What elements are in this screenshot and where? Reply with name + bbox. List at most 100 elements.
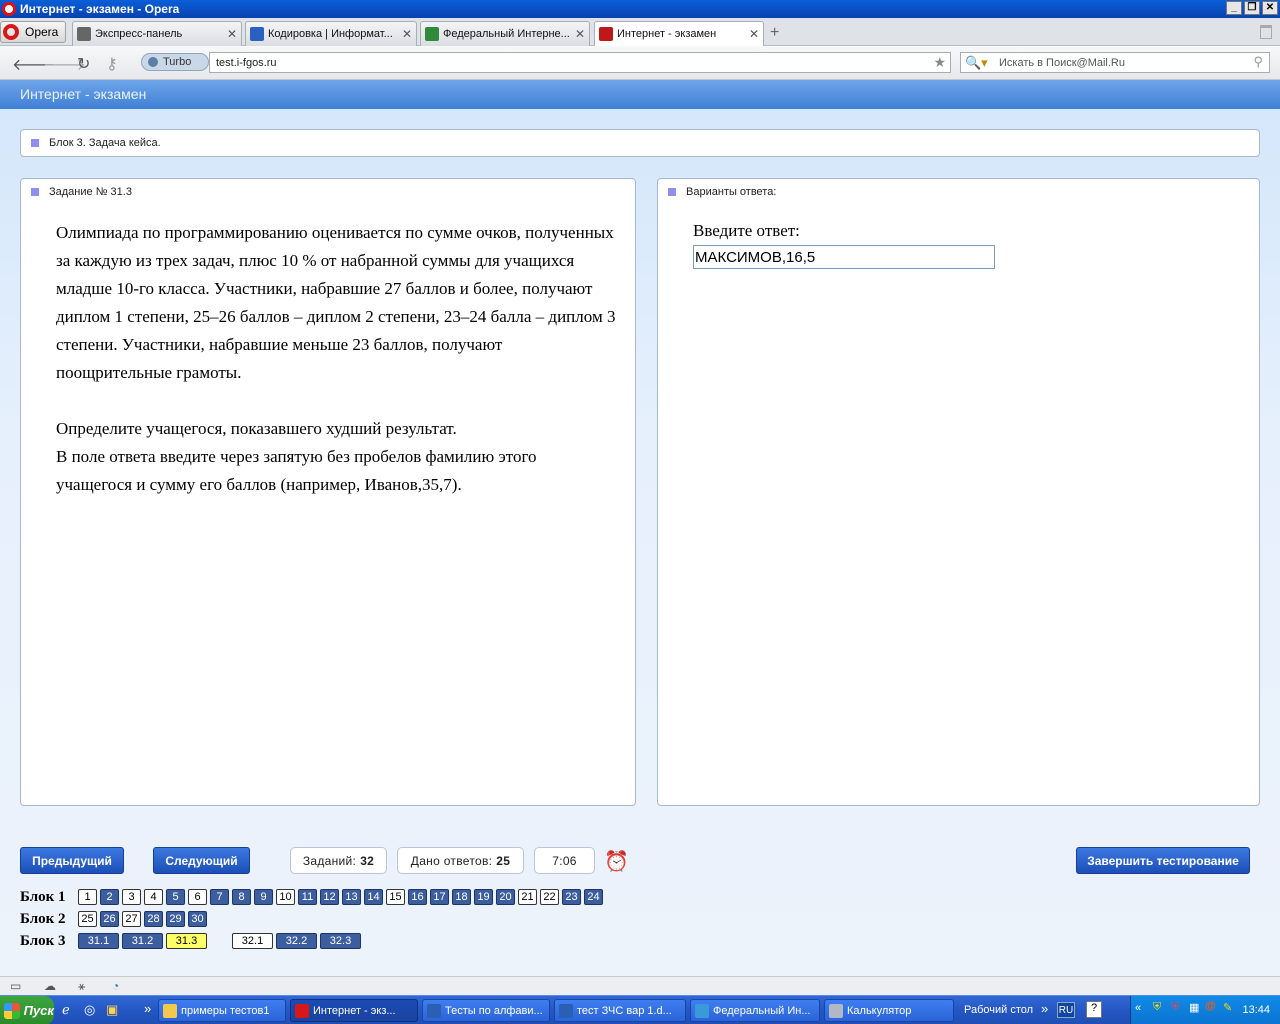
expand-tray-icon[interactable]: « [1135, 1002, 1141, 1014]
clock-time: 13:44 [1242, 1004, 1270, 1016]
tab-close-icon[interactable]: ✕ [749, 27, 759, 41]
taskbar-item[interactable]: тест ЗЧС вар 1.d... [554, 999, 686, 1022]
question-button[interactable]: 1 [78, 889, 97, 905]
question-button[interactable]: 6 [188, 889, 207, 905]
desktop-toolbar-label[interactable]: Рабочий стол [964, 1004, 1033, 1016]
next-button[interactable]: Следующий [153, 847, 250, 874]
cloud-icon[interactable]: ☁ [44, 979, 56, 993]
trash-icon[interactable] [1260, 25, 1272, 39]
tab-4[interactable]: Интернет - экзамен ✕ [594, 21, 764, 46]
taskbar-item[interactable]: примеры тестов1 [158, 999, 286, 1022]
question-button[interactable]: 23 [562, 889, 581, 905]
block-title: Блок 3. Задача кейса. [49, 137, 161, 149]
browser-quick-icon[interactable]: ◎ [84, 1002, 95, 1018]
reload-icon[interactable]: ↻ [77, 54, 90, 74]
mail-agent-icon[interactable]: @ [1205, 1000, 1216, 1012]
tab-1[interactable]: Экспресс-панель ✕ [72, 21, 242, 46]
question-button[interactable]: 11 [298, 889, 317, 905]
search-icon[interactable]: ⚲ [1253, 54, 1263, 70]
more-icon[interactable]: » [144, 1001, 151, 1016]
folder-quick-icon[interactable]: ▣ [106, 1002, 118, 1018]
question-button[interactable]: 32.3 [320, 933, 361, 949]
question-button[interactable]: 16 [408, 889, 427, 905]
more-icon[interactable]: » [1041, 1001, 1048, 1016]
question-button[interactable]: 32.2 [276, 933, 317, 949]
previous-button[interactable]: Предыдущий [20, 847, 124, 874]
question-button[interactable]: 21 [518, 889, 537, 905]
taskbar-item-label: Тесты по алфави... [445, 1004, 543, 1017]
antivirus-icon[interactable]: ⛨ [1171, 1001, 1179, 1014]
taskbar-item[interactable]: Интернет - экз... [290, 999, 418, 1022]
bookmark-star-icon[interactable]: ★ [933, 54, 946, 71]
question-button[interactable]: 26 [100, 911, 119, 927]
question-button[interactable]: 31.3 [166, 933, 207, 949]
question-button[interactable]: 31.1 [78, 933, 119, 949]
question-button[interactable]: 18 [452, 889, 471, 905]
tab-favicon-icon [77, 27, 91, 41]
start-button[interactable]: Пуск [0, 996, 54, 1024]
tab-close-icon[interactable]: ✕ [575, 27, 585, 41]
question-button[interactable]: 13 [342, 889, 361, 905]
new-tab-icon[interactable]: + [770, 24, 779, 42]
taskbar-item[interactable]: Тесты по алфави... [422, 999, 550, 1022]
network-icon[interactable]: ▦ [1189, 1001, 1199, 1014]
answer-input[interactable] [693, 245, 995, 269]
question-button[interactable]: 5 [166, 889, 185, 905]
question-button[interactable]: 24 [584, 889, 603, 905]
question-button[interactable]: 32.1 [232, 933, 273, 949]
maximize-button[interactable]: ❐ [1244, 1, 1260, 15]
share-icon[interactable]: ⚹ [78, 979, 85, 994]
opera-menu-button[interactable]: Opera [0, 21, 66, 43]
language-indicator[interactable]: RU [1057, 1002, 1075, 1018]
search-engine-icon[interactable]: 🔍▾ [965, 55, 988, 71]
question-button[interactable]: 30 [188, 911, 207, 927]
question-button[interactable]: 8 [232, 889, 251, 905]
pencil-icon[interactable]: ✎ [1223, 1001, 1232, 1014]
search-field[interactable]: 🔍▾ Искать в Поиск@Mail.Ru ⚲ [960, 52, 1270, 73]
answers-panel: Варианты ответа: Введите ответ: [657, 178, 1260, 806]
question-button[interactable]: 12 [320, 889, 339, 905]
shield-icon[interactable]: ⛨ [1153, 1001, 1161, 1014]
question-button[interactable]: 7 [210, 889, 229, 905]
browser-status-strip: ▭ ☁ ⚹ ◔ [0, 976, 1280, 995]
question-button[interactable]: 31.2 [122, 933, 163, 949]
ie-icon[interactable]: ℯ [62, 1002, 70, 1018]
minimize-button[interactable]: _ [1226, 1, 1242, 15]
tab-3[interactable]: Федеральный Интерне... ✕ [420, 21, 590, 46]
finish-test-button[interactable]: Завершить тестирование [1076, 847, 1250, 874]
answer-label: Введите ответ: [693, 221, 800, 240]
help-icon[interactable]: ? [1086, 1001, 1102, 1018]
question-button[interactable]: 20 [496, 889, 515, 905]
question-button[interactable]: 15 [386, 889, 405, 905]
address-bar[interactable]: test.i-fgos.ru ★ [209, 52, 951, 73]
tab-2[interactable]: Кодировка | Информат... ✕ [245, 21, 417, 46]
windows-logo-icon [4, 1002, 20, 1019]
tab-favicon-icon [425, 27, 439, 41]
speed-icon[interactable]: ◔ [112, 979, 119, 993]
question-button[interactable]: 25 [78, 911, 97, 927]
question-button[interactable]: 9 [254, 889, 273, 905]
taskbar-app-icon [559, 1003, 573, 1018]
close-button[interactable]: ✕ [1262, 1, 1278, 15]
question-button[interactable]: 17 [430, 889, 449, 905]
question-button[interactable]: 19 [474, 889, 493, 905]
question-button[interactable]: 14 [364, 889, 383, 905]
turbo-button[interactable]: Turbo [141, 53, 209, 71]
question-button[interactable]: 2 [100, 889, 119, 905]
question-button[interactable]: 3 [122, 889, 141, 905]
tab-bar: Opera Экспресс-панель ✕ Кодировка | Информ… [0, 18, 1280, 46]
question-button[interactable]: 22 [540, 889, 559, 905]
question-button[interactable]: 4 [144, 889, 163, 905]
tab-close-icon[interactable]: ✕ [402, 27, 412, 41]
question-button[interactable]: 27 [122, 911, 141, 927]
key-icon[interactable]: ⚷ [106, 54, 118, 74]
task-panel: Задание № 31.3 Олимпиада по программиров… [20, 178, 636, 806]
tasks-count: 32 [360, 853, 375, 868]
taskbar-item[interactable]: Калькулятор [824, 999, 954, 1022]
question-button[interactable]: 10 [276, 889, 295, 905]
question-button[interactable]: 29 [166, 911, 185, 927]
taskbar-item[interactable]: Федеральный Ин... [690, 999, 820, 1022]
panel-toggle-icon[interactable]: ▭ [10, 979, 21, 993]
question-button[interactable]: 28 [144, 911, 163, 927]
tab-close-icon[interactable]: ✕ [227, 27, 237, 41]
